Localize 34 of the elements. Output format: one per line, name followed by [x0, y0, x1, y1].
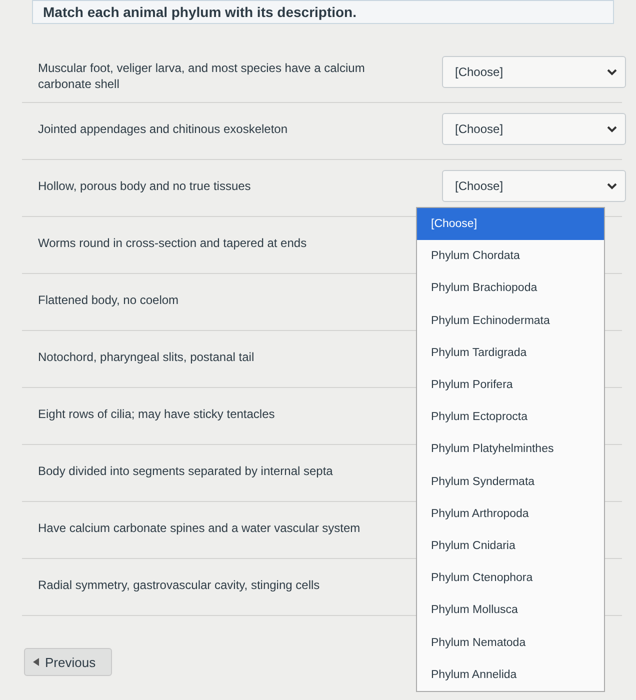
dropdown-option[interactable]: Phylum Cnidaria — [417, 530, 604, 562]
dropdown-option[interactable]: Phylum Ctenophora — [417, 562, 604, 594]
chevron-down-icon — [607, 68, 617, 76]
triangle-left-icon — [33, 658, 39, 666]
answer-dropdown[interactable]: [Choose] — [442, 113, 626, 145]
description-text: Hollow, porous body and no true tissues — [38, 178, 252, 194]
description-text: Eight rows of cilia; may have sticky tentacles — [38, 406, 276, 422]
description-text: Radial symmetry, gastrovascular cavity, stinging cells — [38, 577, 321, 593]
previous-button[interactable]: Previous — [24, 648, 112, 676]
answer-dropdown[interactable]: [Choose] — [442, 56, 626, 88]
dropdown-option[interactable]: Phylum Ectoprocta — [417, 401, 604, 434]
chevron-down-icon — [607, 126, 617, 132]
dropdown-option[interactable]: Phylum Porifera — [417, 368, 604, 402]
description-text: Worms round in cross-section and tapered at ends — [38, 235, 308, 251]
dropdown-option[interactable]: Phylum Mollusca — [417, 594, 604, 626]
dropdown-option[interactable]: [Choose] — [417, 208, 604, 240]
dropdown-option[interactable]: Phylum Echinodermata — [417, 304, 604, 337]
dropdown-option[interactable]: Phylum Tardigrada — [417, 336, 604, 369]
dropdown-option[interactable]: Phylum Arthropoda — [417, 498, 604, 530]
dropdown-option[interactable]: Phylum Chordata — [417, 240, 604, 272]
description-text: Flattened body, no coelom — [38, 292, 180, 308]
dropdown-option[interactable]: Phylum Syndermata — [417, 466, 604, 498]
answer-dropdown[interactable]: [Choose] — [442, 170, 626, 202]
dropdown-option[interactable]: Phylum Nematoda — [417, 626, 604, 659]
description-text: Jointed appendages and chitinous exoskeleton — [38, 121, 289, 137]
dropdown-option[interactable]: Phylum Brachiopoda — [417, 272, 604, 305]
chevron-down-icon — [607, 182, 617, 190]
description-text: Body divided into segments separated by internal septa — [38, 463, 334, 479]
description-text: Have calcium carbonate spines and a water vascular system — [38, 520, 362, 536]
description-text: Notochord, pharyngeal slits, postanal tail — [38, 349, 256, 365]
description-text: Muscular foot, veliger larva, and most species have a calcium carbonate shell — [38, 60, 366, 92]
question-title: Match each animal phylum with its description. — [32, 0, 614, 24]
dropdown-option[interactable]: Phylum Annelida — [417, 658, 604, 691]
dropdown-option[interactable]: Phylum Platyhelminthes — [417, 433, 604, 466]
